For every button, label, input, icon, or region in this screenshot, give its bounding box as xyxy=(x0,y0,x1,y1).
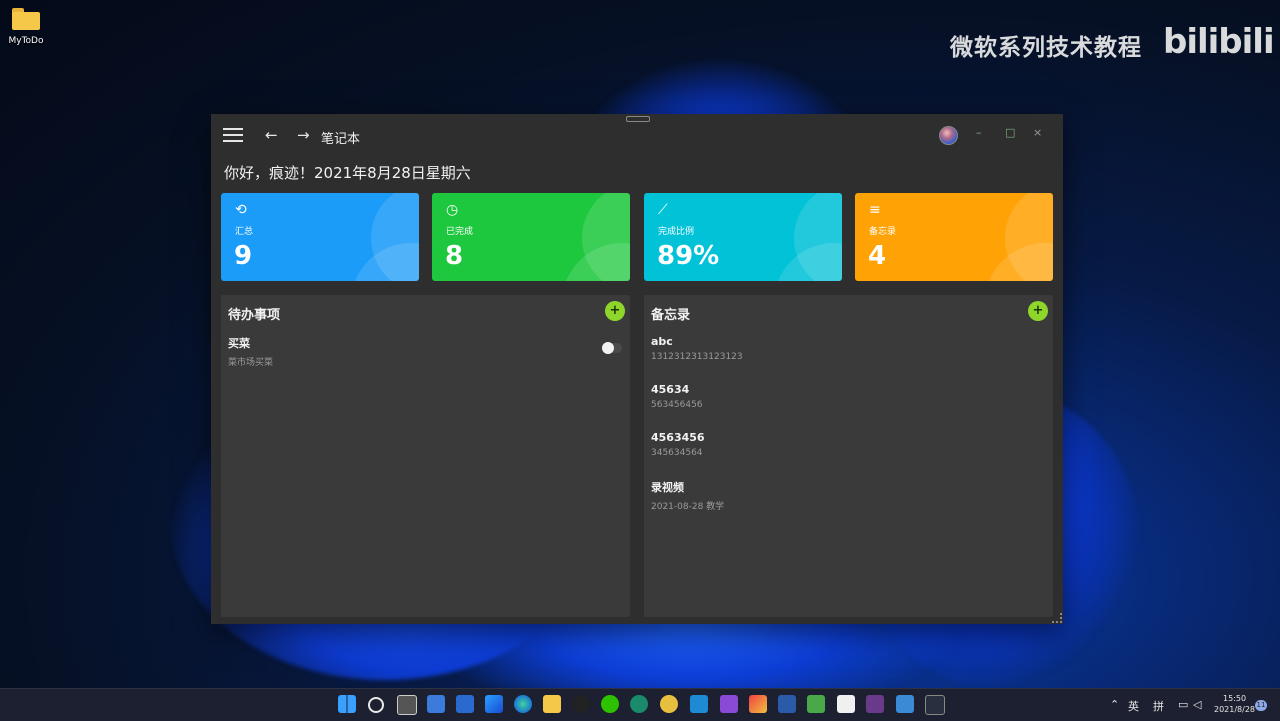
greeting-text: 你好，痕迹！2021年8月28日星期六 xyxy=(224,164,471,182)
forward-arrow-icon[interactable]: → xyxy=(297,126,310,144)
todo-panel: 待办事项 + 买菜 菜市场买菜 xyxy=(221,295,630,617)
app-icon[interactable] xyxy=(866,695,884,713)
app-icon[interactable] xyxy=(630,695,648,713)
clock-time: 15:50 xyxy=(1222,694,1247,703)
widgets-icon[interactable] xyxy=(427,695,445,713)
visual-studio-icon[interactable] xyxy=(720,695,738,713)
memo-item-title: abc xyxy=(651,335,673,348)
resize-grip[interactable] xyxy=(1052,613,1062,623)
todo-item-subtitle: 菜市场买菜 xyxy=(228,358,274,368)
card-label: 备忘录 xyxy=(869,227,897,237)
qq-icon[interactable] xyxy=(572,695,590,713)
taskbar: ⌃ 英 拼 ▭ ◁ 15:50 2021/8/28 11 xyxy=(0,688,1280,721)
tray-chevron-up-icon[interactable]: ⌃ xyxy=(1110,698,1119,711)
memo-item-title: 45634 xyxy=(651,383,690,396)
clock-date: 2021/8/28 xyxy=(1214,705,1256,714)
close-button[interactable]: × xyxy=(1033,126,1042,139)
back-arrow-icon[interactable]: ← xyxy=(265,126,278,144)
memo-item-content: 2021-08-28 教学 xyxy=(651,502,725,512)
trend-line-icon: ⟋ xyxy=(658,202,668,218)
memo-item[interactable]: abc 1312312313123123 xyxy=(651,335,743,362)
memo-item-content: 563456456 xyxy=(651,400,703,410)
card-value: 89% xyxy=(657,241,720,271)
todo-done-toggle[interactable] xyxy=(602,342,622,354)
memo-item[interactable]: 4563456 345634564 xyxy=(651,431,705,458)
desktop-shortcut-label: MyToDo xyxy=(8,36,44,46)
app-icon[interactable] xyxy=(807,695,825,713)
windows-start-icon[interactable] xyxy=(338,695,356,713)
memo-panel-title: 备忘录 xyxy=(651,308,691,323)
minimize-button[interactable]: – xyxy=(976,126,982,139)
card-label: 汇总 xyxy=(235,227,254,237)
network-icon[interactable]: ▭ xyxy=(1178,698,1188,711)
window-title: 笔记本 xyxy=(321,132,361,147)
search-icon[interactable] xyxy=(368,697,384,713)
notification-badge[interactable]: 11 xyxy=(1255,700,1267,711)
app-icon[interactable] xyxy=(660,695,678,713)
clock-check-icon: ◷ xyxy=(446,202,459,218)
add-todo-button[interactable]: + xyxy=(605,301,625,321)
card-label: 已完成 xyxy=(446,227,474,237)
todo-item[interactable]: 买菜 菜市场买菜 xyxy=(228,335,273,368)
avatar[interactable] xyxy=(939,126,958,145)
playlist-add-icon: ≡ xyxy=(869,202,881,218)
file-explorer-icon[interactable] xyxy=(543,695,561,713)
todo-item-title: 买菜 xyxy=(228,337,250,350)
summary-card-memo[interactable]: ≡ 备忘录 4 xyxy=(855,193,1053,281)
language-indicator[interactable]: 英 xyxy=(1128,698,1139,714)
card-value: 9 xyxy=(234,241,253,271)
summary-card-completed[interactable]: ◷ 已完成 8 xyxy=(432,193,630,281)
bilibili-logo: bilibili xyxy=(1163,22,1275,62)
powershell-icon[interactable] xyxy=(778,695,796,713)
maximize-button[interactable]: □ xyxy=(1005,126,1015,139)
memo-item-content: 345634564 xyxy=(651,448,703,458)
azure-icon[interactable] xyxy=(485,695,503,713)
summary-card-ratio[interactable]: ⟋ 完成比例 89% xyxy=(644,193,842,281)
ime-indicator[interactable]: 拼 xyxy=(1153,698,1164,714)
todo-panel-title: 待办事项 xyxy=(228,308,281,323)
clock[interactable]: 15:50 2021/8/28 xyxy=(1214,693,1255,715)
edge-icon[interactable] xyxy=(514,695,532,713)
memo-item[interactable]: 录视频 2021-08-28 教学 xyxy=(651,479,724,512)
memo-item-title: 录视频 xyxy=(651,481,684,494)
desktop-shortcut-mytodo[interactable]: MyToDo xyxy=(6,8,46,46)
volume-icon[interactable]: ◁ xyxy=(1193,698,1201,711)
memo-item-title: 4563456 xyxy=(651,431,705,444)
app-icon[interactable] xyxy=(896,695,914,713)
title-bar: ← → 笔记本 – □ × xyxy=(211,114,1063,156)
app-icon[interactable] xyxy=(749,695,767,713)
vscode-icon[interactable] xyxy=(690,695,708,713)
task-view-icon[interactable] xyxy=(397,695,417,715)
app-window: ← → 笔记本 – □ × 你好，痕迹！2021年8月28日星期六 ⟲ 汇总 9… xyxy=(211,114,1063,624)
folder-icon xyxy=(12,8,40,30)
store-icon[interactable] xyxy=(456,695,474,713)
app-icon[interactable] xyxy=(925,695,945,715)
memo-panel: 备忘录 + abc 1312312313123123 45634 5634564… xyxy=(644,295,1053,617)
memo-item[interactable]: 45634 563456456 xyxy=(651,383,703,410)
watermark-text: 微软系列技术教程 xyxy=(950,35,1142,61)
add-memo-button[interactable]: + xyxy=(1028,301,1048,321)
typora-icon[interactable] xyxy=(837,695,855,713)
summary-card-total[interactable]: ⟲ 汇总 9 xyxy=(221,193,419,281)
card-value: 4 xyxy=(868,241,887,271)
card-value: 8 xyxy=(445,241,464,271)
wechat-icon[interactable] xyxy=(601,695,619,713)
menu-icon[interactable] xyxy=(223,128,243,142)
card-label: 完成比例 xyxy=(658,227,695,237)
memo-item-content: 1312312313123123 xyxy=(651,352,743,362)
history-icon: ⟲ xyxy=(235,202,247,218)
